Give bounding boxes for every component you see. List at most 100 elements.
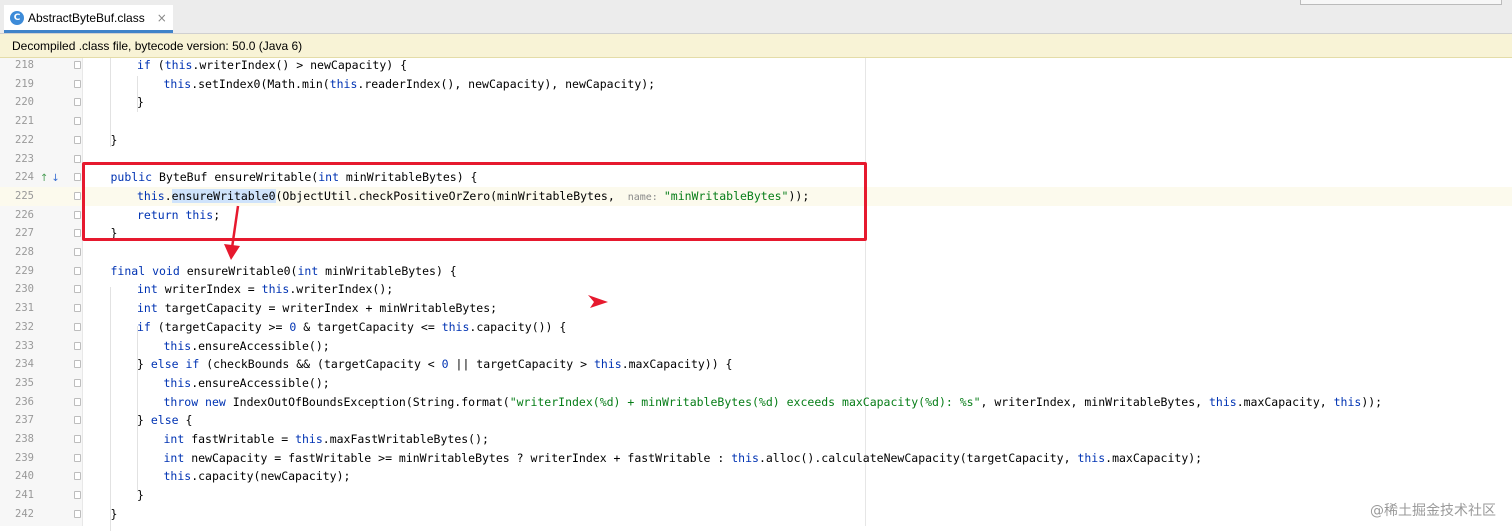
code-line[interactable]: 235 this.ensureAccessible(); bbox=[0, 374, 1512, 393]
code-token: .ensureAccessible(); bbox=[191, 375, 330, 390]
code-line[interactable]: 222} bbox=[0, 131, 1512, 150]
code-text[interactable]: } bbox=[111, 131, 118, 150]
code-line[interactable]: 232 if (targetCapacity >= 0 & targetCapac… bbox=[0, 318, 1512, 337]
code-text[interactable]: if (this.writerIndex() > newCapacity) { bbox=[137, 56, 407, 75]
code-token: } bbox=[137, 413, 151, 428]
code-token: (checkBounds && (targetCapacity < bbox=[199, 357, 442, 372]
code-token: IndexOutOfBoundsException(String.format( bbox=[225, 394, 510, 409]
fold-marker-icon[interactable] bbox=[74, 322, 81, 331]
fold-marker-icon[interactable] bbox=[74, 435, 81, 443]
code-text[interactable]: final void ensureWritable0(int minWritab… bbox=[111, 262, 457, 281]
code-text[interactable]: this.capacity(newCapacity); bbox=[164, 467, 351, 486]
fold-marker-icon[interactable] bbox=[74, 360, 81, 369]
fold-marker-icon[interactable] bbox=[74, 248, 81, 256]
code-text[interactable]: int targetCapacity = writerIndex + minWr… bbox=[137, 299, 497, 318]
code-token: newCapacity = fastWritable >= minWritabl… bbox=[184, 450, 732, 465]
code-token: minWritableBytes) { bbox=[318, 263, 457, 278]
fold-marker-icon[interactable] bbox=[74, 378, 81, 387]
fold-marker-icon[interactable] bbox=[74, 61, 81, 69]
code-token: writerIndex = bbox=[157, 282, 262, 297]
line-number: 219 bbox=[15, 77, 34, 90]
code-line[interactable]: 238 int fastWritable = this.maxFastWritab… bbox=[0, 430, 1512, 449]
code-token: this bbox=[295, 432, 323, 446]
code-token: this bbox=[731, 450, 759, 465]
code-line[interactable]: 239 int newCapacity = fastWritable >= min… bbox=[0, 449, 1512, 468]
code-text[interactable]: this.ensureAccessible(); bbox=[164, 337, 330, 356]
code-text[interactable]: int newCapacity = fastWritable >= minWri… bbox=[164, 449, 1203, 468]
editor-tab-bar: C AbstractByteBuf.class × bbox=[0, 0, 1512, 34]
code-line[interactable]: 241} bbox=[0, 486, 1512, 505]
code-text[interactable]: } bbox=[111, 505, 118, 524]
line-number: 232 bbox=[15, 320, 34, 333]
code-token: .maxCapacity)) { bbox=[621, 357, 733, 372]
code-token: 0 bbox=[441, 357, 449, 372]
code-text[interactable]: if (targetCapacity >= 0 & targetCapacity… bbox=[137, 318, 566, 337]
code-token: (targetCapacity >= bbox=[150, 319, 290, 334]
fold-marker-icon[interactable] bbox=[74, 416, 81, 425]
code-line[interactable]: 220} bbox=[0, 93, 1512, 112]
line-number: 236 bbox=[15, 395, 34, 408]
code-text[interactable]: } bbox=[137, 486, 144, 505]
fold-marker-icon[interactable] bbox=[74, 79, 81, 88]
code-text[interactable]: } else if (checkBounds && (targetCapacit… bbox=[137, 355, 732, 374]
line-number: 225 bbox=[15, 189, 34, 202]
code-line[interactable]: 231 int targetCapacity = writerIndex + mi… bbox=[0, 299, 1512, 318]
fold-marker-icon[interactable] bbox=[74, 472, 81, 481]
code-line[interactable]: 233 this.ensureAccessible(); bbox=[0, 337, 1512, 356]
code-line[interactable]: 221 bbox=[0, 112, 1512, 131]
fold-marker-icon[interactable] bbox=[74, 229, 81, 238]
code-text[interactable]: } else { bbox=[137, 411, 192, 430]
code-token: } bbox=[137, 488, 144, 503]
tab-abstractbytebuf[interactable]: C AbstractByteBuf.class × bbox=[4, 5, 173, 33]
fold-marker-icon[interactable] bbox=[74, 285, 81, 294]
code-line[interactable]: 230 int writerIndex = this.writerIndex(); bbox=[0, 280, 1512, 299]
code-text[interactable]: } bbox=[137, 93, 144, 112]
code-token: this bbox=[1333, 394, 1362, 409]
code-line[interactable]: 218 if (this.writerIndex() > newCapacity)… bbox=[0, 56, 1512, 75]
code-text[interactable]: this.ensureAccessible(); bbox=[164, 374, 330, 393]
code-text[interactable]: int writerIndex = this.writerIndex(); bbox=[137, 280, 393, 299]
code-token: || targetCapacity > bbox=[448, 357, 594, 372]
code-token: this bbox=[329, 76, 358, 91]
code-line[interactable]: 240 this.capacity(newCapacity); bbox=[0, 467, 1512, 486]
line-number: 237 bbox=[15, 414, 34, 427]
class-file-icon: C bbox=[10, 10, 24, 25]
code-line[interactable]: 234 } else if (checkBounds && (targetCapa… bbox=[0, 355, 1512, 374]
fold-marker-icon[interactable] bbox=[74, 304, 81, 313]
line-number: 223 bbox=[15, 152, 34, 165]
code-text[interactable]: throw new IndexOutOfBoundsException(Stri… bbox=[164, 393, 1383, 412]
code-line[interactable]: 229 final void ensureWritable0(int minWri… bbox=[0, 262, 1512, 281]
code-line[interactable]: 228 bbox=[0, 243, 1512, 262]
fold-marker-icon[interactable] bbox=[74, 210, 81, 219]
code-text[interactable]: this.setIndex0(Math.min(this.readerIndex… bbox=[164, 75, 656, 94]
code-line[interactable]: 219 this.setIndex0(Math.min(this.readerIn… bbox=[0, 75, 1512, 94]
code-text[interactable]: int fastWritable = this.maxFastWritableB… bbox=[164, 430, 489, 449]
fold-marker-icon[interactable] bbox=[74, 117, 81, 126]
fold-marker-icon[interactable] bbox=[74, 191, 81, 200]
highlight-box bbox=[82, 162, 867, 241]
fold-marker-icon[interactable] bbox=[74, 397, 81, 406]
code-token: & targetCapacity <= bbox=[296, 319, 442, 334]
fold-marker-icon[interactable] bbox=[74, 509, 81, 518]
code-token: .alloc().calculateNewCapacity(targetCapa… bbox=[758, 450, 1078, 465]
code-token: this bbox=[163, 338, 192, 353]
fold-marker-icon[interactable] bbox=[74, 173, 81, 182]
code-line[interactable]: 237 } else { bbox=[0, 411, 1512, 430]
code-token: this bbox=[163, 469, 192, 484]
fold-marker-icon[interactable] bbox=[74, 154, 81, 163]
line-number: 234 bbox=[15, 358, 34, 371]
fold-marker-icon[interactable] bbox=[74, 266, 81, 275]
toolbar-widget[interactable] bbox=[1300, 0, 1502, 5]
code-line[interactable]: 242} bbox=[0, 505, 1512, 524]
fold-marker-icon[interactable] bbox=[74, 98, 81, 107]
fold-marker-icon[interactable] bbox=[74, 453, 81, 462]
fold-marker-icon[interactable] bbox=[74, 491, 81, 500]
code-token: { bbox=[178, 413, 193, 428]
fold-marker-icon[interactable] bbox=[74, 341, 81, 350]
code-editor[interactable]: ↑ ↓ 218 if (this.writerIndex() > newCapac… bbox=[0, 56, 1512, 531]
tab-label: AbstractByteBuf.class bbox=[28, 10, 145, 25]
close-icon[interactable]: × bbox=[157, 11, 167, 25]
fold-marker-icon[interactable] bbox=[74, 135, 81, 144]
code-token: this bbox=[261, 282, 290, 297]
code-line[interactable]: 236 throw new IndexOutOfBoundsException(S… bbox=[0, 393, 1512, 412]
